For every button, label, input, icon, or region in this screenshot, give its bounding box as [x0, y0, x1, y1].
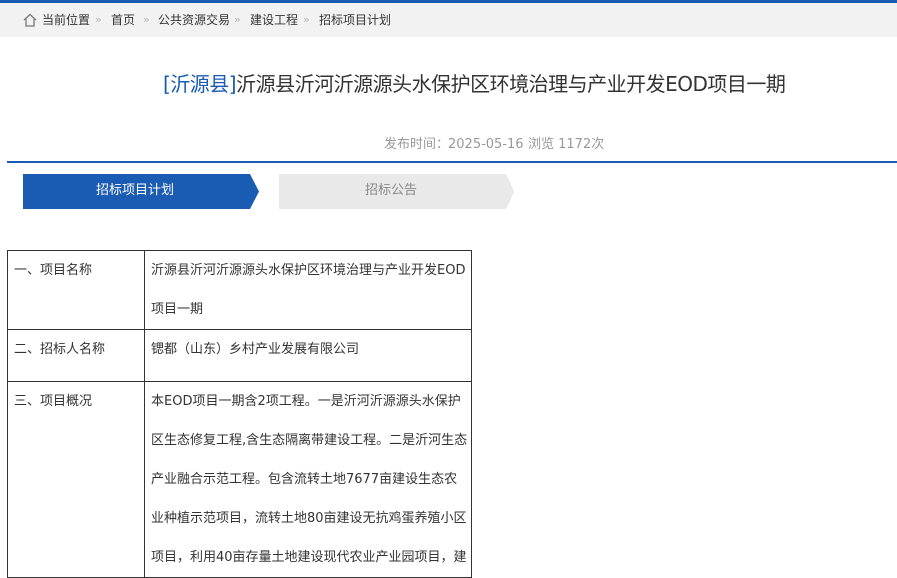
breadcrumb-separator: » [95, 13, 102, 26]
publish-date: 2025-05-16 [448, 137, 524, 152]
breadcrumb-item-bid-plan[interactable]: 招标项目计划 [319, 13, 391, 27]
row-key: 三、项目概况 [7, 381, 145, 578]
view-count: 浏览 1172次 [528, 137, 605, 152]
step-tab-bid-announcement[interactable]: 招标公告 [279, 174, 515, 209]
title-text: 沂源县沂河沂源源头水保护区环境治理与产业开发EOD项目一期 [236, 72, 786, 96]
breadcrumb: 当前位置 » 首页 » 公共资源交易 » 建设工程 » 招标项目计划 [0, 3, 897, 37]
county-tag: [沂源县] [163, 72, 237, 96]
row-value: 本EOD项目一期含2项工程。一是沂河沂源源头水保护 区生态修复工程,含生态隔离带… [143, 381, 473, 578]
publish-label: 发布时间： [384, 137, 450, 152]
row-value: 沂源县沂河沂源源头水保护区环境治理与产业开发EOD 项目一期 [143, 250, 473, 330]
title-divider [7, 161, 897, 163]
table-row: 二、招标人名称 锶都（山东）乡村产业发展有限公司 [7, 329, 473, 382]
breadcrumb-item-construction[interactable]: 建设工程 [250, 13, 298, 27]
row-key: 二、招标人名称 [7, 329, 145, 382]
breadcrumb-item-public-resource-trading[interactable]: 公共资源交易 [158, 13, 230, 27]
step-tab-bid-plan[interactable]: 招标项目计划 [23, 174, 259, 209]
table-row: 三、项目概况 本EOD项目一期含2项工程。一是沂河沂源源头水保护 区生态修复工程… [7, 381, 473, 578]
breadcrumb-current-location-label: 当前位置 [42, 13, 91, 27]
table-row: 一、项目名称 沂源县沂河沂源源头水保护区环境治理与产业开发EOD 项目一期 [7, 250, 473, 330]
step-label: 招标公告 [365, 183, 418, 198]
breadcrumb-separator: » [303, 13, 310, 26]
project-info-table: 一、项目名称 沂源县沂河沂源源头水保护区环境治理与产业开发EOD 项目一期 二、… [7, 250, 473, 578]
step-label: 招标项目计划 [96, 183, 175, 198]
home-icon [23, 13, 37, 27]
row-value: 锶都（山东）乡村产业发展有限公司 [143, 329, 473, 382]
page-title: [沂源县]沂源县沂河沂源源头水保护区环境治理与产业开发EOD项目一期 [163, 70, 786, 98]
row-key: 一、项目名称 [7, 250, 145, 330]
breadcrumb-item-home[interactable]: 首页 [111, 13, 135, 27]
breadcrumb-separator: » [143, 13, 150, 26]
breadcrumb-separator: » [234, 13, 241, 26]
